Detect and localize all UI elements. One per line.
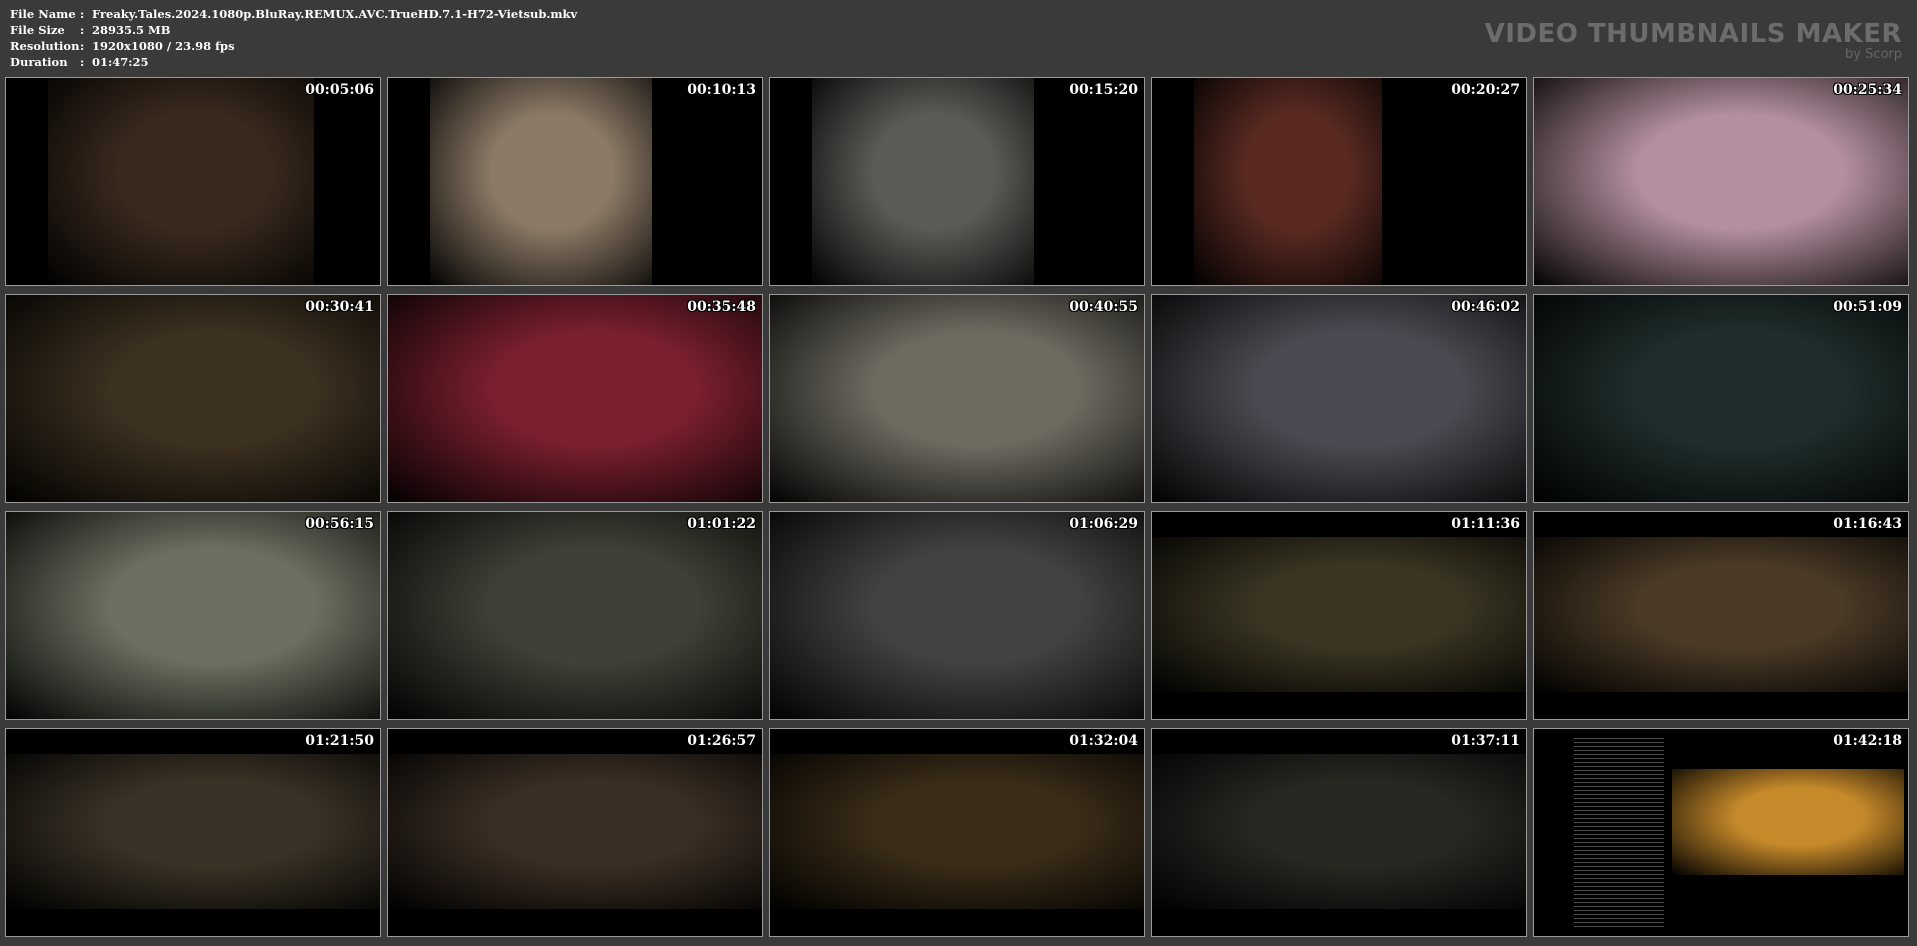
timestamp-label: 00:40:55 [1069,299,1138,315]
timestamp-label: 01:32:04 [1069,733,1138,749]
thumbnail[interactable]: 00:51:09 [1533,294,1909,503]
duration-value: 01:47:25 [92,55,149,69]
timestamp-label: 01:26:57 [687,733,756,749]
thumbnail[interactable]: 00:35:48 [387,294,763,503]
end-credits-text [1574,735,1664,930]
thumbnail[interactable]: 00:15:20 [769,77,1145,286]
timestamp-label: 01:37:11 [1451,733,1520,749]
thumbnail[interactable]: 01:01:22 [387,511,763,720]
separator: : [80,39,85,53]
thumbnail-frame-image [1152,537,1526,692]
separator: : [80,23,85,37]
timestamp-label: 01:42:18 [1833,733,1902,749]
thumbnail[interactable]: 00:46:02 [1151,294,1527,503]
thumbnail-grid: 00:05:06 00:10:13 00:15:20 00:20:27 00:25:34… [5,77,1909,937]
timestamp-label: 00:05:06 [305,82,374,98]
file-info: File Name : Freaky.Tales.2024.1080p.BluR… [10,6,577,70]
brand-title: VIDEO THUMBNAILS MAKER [1484,19,1902,49]
timestamp-label: 00:51:09 [1833,299,1902,315]
file-name-row: File Name : Freaky.Tales.2024.1080p.BluR… [10,6,577,22]
timestamp-label: 00:20:27 [1451,82,1520,98]
brand-subtitle: by Scorp [1844,47,1902,62]
thumbnail[interactable]: 01:42:18 [1533,728,1909,937]
resolution-value: 1920x1080 / 23.98 fps [92,39,235,53]
file-size-row: File Size : 28935.5 MB [10,22,577,38]
thumbnail-frame-image [6,295,380,502]
thumbnail-frame-image [812,78,1034,285]
thumbnail-frame-image [770,754,1144,909]
thumbnail[interactable]: 01:16:43 [1533,511,1909,720]
timestamp-label: 00:15:20 [1069,82,1138,98]
thumbnail-frame-image [6,512,380,719]
thumbnail[interactable]: 00:25:34 [1533,77,1909,286]
thumbnail[interactable]: 01:06:29 [769,511,1145,720]
resolution-row: Resolution : 1920x1080 / 23.98 fps [10,38,577,54]
timestamp-label: 01:21:50 [305,733,374,749]
thumbnail-frame-image [1194,78,1382,285]
thumbnail[interactable]: 01:32:04 [769,728,1145,937]
timestamp-label: 01:06:29 [1069,516,1138,532]
timestamp-label: 00:25:34 [1833,82,1902,98]
thumbnail-frame-image [1152,295,1526,502]
timestamp-label: 00:56:15 [305,516,374,532]
thumbnail-frame-image [1534,295,1908,502]
separator: : [80,55,85,69]
thumbnail-frame-image [770,295,1144,502]
thumbnail-frame-image [1534,78,1908,285]
thumbnail[interactable]: 01:11:36 [1151,511,1527,720]
resolution-label: Resolution [10,39,80,53]
file-size-value: 28935.5 MB [92,23,171,37]
thumbnail[interactable]: 00:05:06 [5,77,381,286]
timestamp-label: 00:46:02 [1451,299,1520,315]
file-name-label: File Name [10,7,76,21]
timestamp-label: 01:01:22 [687,516,756,532]
thumbnail-frame-image [48,78,314,285]
thumbnail[interactable]: 01:37:11 [1151,728,1527,937]
separator: : [80,7,85,21]
brand-watermark: VIDEO THUMBNAILS MAKER by Scorp [1485,20,1902,62]
thumbnail-frame-image [388,754,762,909]
duration-label: Duration [10,55,68,69]
timestamp-label: 00:35:48 [687,299,756,315]
thumbnail[interactable]: 00:10:13 [387,77,763,286]
thumbnail[interactable]: 01:21:50 [5,728,381,937]
thumbnail[interactable]: 00:20:27 [1151,77,1527,286]
file-size-label: File Size [10,23,65,37]
thumbnail-frame-image [1672,769,1904,875]
thumbnail-frame-image [388,512,762,719]
thumbnail[interactable]: 00:30:41 [5,294,381,503]
thumbnail-frame-image [430,78,652,285]
file-name-value: Freaky.Tales.2024.1080p.BluRay.REMUX.AVC… [92,7,578,21]
timestamp-label: 01:16:43 [1833,516,1902,532]
thumbnail[interactable]: 00:40:55 [769,294,1145,503]
thumbnail-frame-image [770,512,1144,719]
thumbnail-frame-image [1534,537,1908,692]
timestamp-label: 00:30:41 [305,299,374,315]
thumbnail-frame-image [388,295,762,502]
thumbnail-frame-image [1152,754,1526,909]
duration-row: Duration : 01:47:25 [10,54,577,70]
thumbnail[interactable]: 01:26:57 [387,728,763,937]
thumbnail-frame-image [6,754,380,909]
timestamp-label: 00:10:13 [687,82,756,98]
thumbnail[interactable]: 00:56:15 [5,511,381,720]
timestamp-label: 01:11:36 [1451,516,1520,532]
